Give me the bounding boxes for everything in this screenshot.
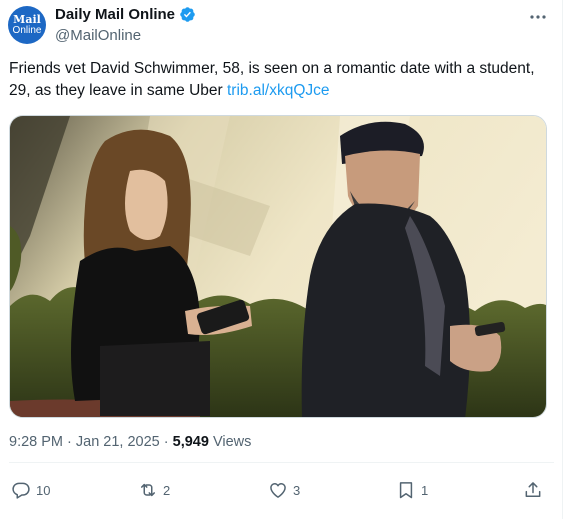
author-display-name[interactable]: Daily Mail Online — [55, 6, 175, 23]
bookmark-icon — [399, 482, 413, 499]
avatar[interactable]: Mail Online — [8, 6, 46, 44]
views-label: Views — [208, 434, 252, 450]
author-name-row: Daily Mail Online — [55, 6, 196, 23]
repost-count: 2 — [163, 482, 171, 498]
more-icon[interactable] — [526, 8, 550, 26]
avatar-logo-line2: Online — [12, 25, 42, 36]
like-button[interactable]: 3 — [268, 480, 300, 500]
like-count: 3 — [293, 482, 301, 498]
tweet-text: Friends vet David Schwimmer, 58, is seen… — [9, 58, 549, 102]
tweet-timestamp[interactable]: 9:28 PM · Jan 21, 2025 · — [9, 434, 173, 450]
verified-badge-icon — [180, 7, 195, 22]
reply-count: 10 — [36, 482, 51, 498]
author-handle[interactable]: @MailOnline — [55, 27, 141, 44]
views-count: 5,949 — [172, 434, 209, 450]
column-border — [562, 0, 563, 519]
bookmark-button[interactable]: 1 — [396, 480, 428, 500]
tweet-link[interactable]: trib.al/xkqQJce — [227, 82, 330, 99]
reply-icon — [12, 482, 30, 499]
tweet-meta: 9:28 PM · Jan 21, 2025 · 5,949 Views — [9, 434, 251, 450]
repost-button[interactable]: 2 — [138, 480, 170, 500]
share-button[interactable] — [523, 480, 543, 500]
avatar-logo-line1: Mail — [13, 13, 41, 26]
reply-button[interactable]: 10 — [11, 480, 50, 500]
tweet-photo[interactable] — [9, 115, 547, 418]
share-icon — [525, 482, 541, 497]
bookmark-count: 1 — [421, 482, 429, 498]
divider — [9, 462, 554, 463]
tweet[interactable]: Mail Online Daily Mail Online @MailOnlin… — [0, 0, 562, 519]
repost-icon — [141, 483, 155, 497]
heart-icon — [270, 483, 286, 498]
